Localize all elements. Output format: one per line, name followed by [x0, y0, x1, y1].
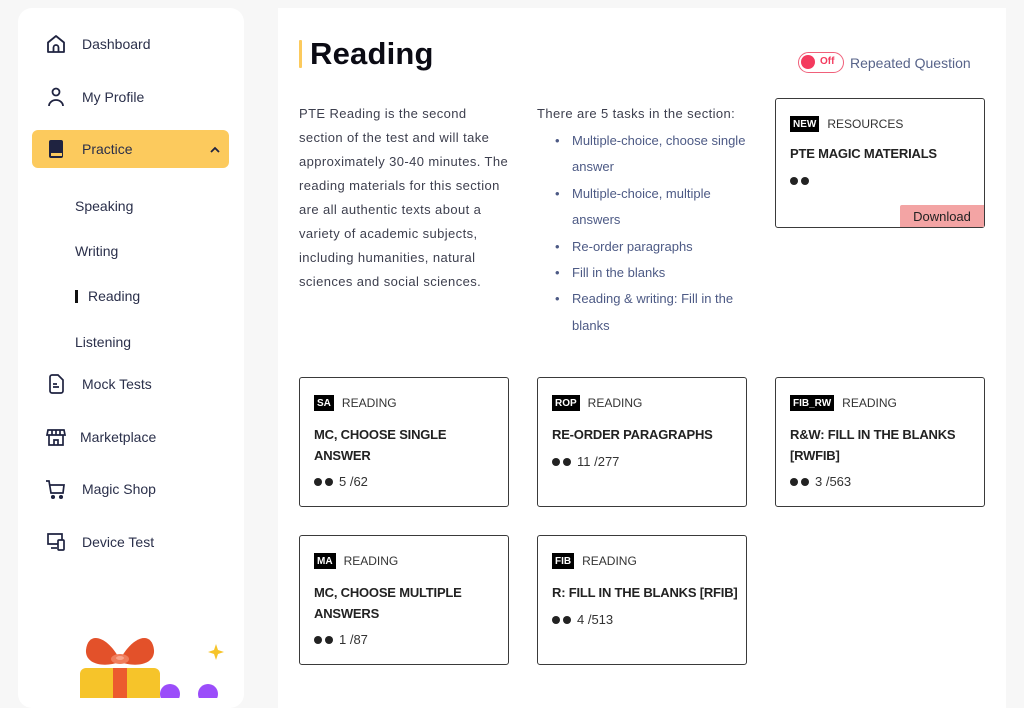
- home-icon: [44, 32, 68, 56]
- main-content: Reading Off Repeated Question PTE Readin…: [278, 8, 1006, 708]
- task-tag: FIB_RW: [790, 395, 835, 411]
- task-item: Re-order paragraphs: [555, 234, 747, 261]
- sidebar-item-mock-tests[interactable]: Mock Tests: [32, 365, 229, 403]
- toggle-knob: [801, 55, 815, 69]
- sidebar-item-label: Magic Shop: [82, 481, 156, 497]
- sidebar-item-my-profile[interactable]: My Profile: [32, 78, 229, 116]
- active-indicator: [75, 289, 78, 303]
- sidebar-item-marketplace[interactable]: Marketplace: [32, 418, 229, 456]
- dots-icon: [790, 177, 809, 185]
- sub-item-label: Writing: [75, 243, 119, 259]
- task-tag: MA: [314, 553, 336, 569]
- toggle-state: Off: [820, 56, 835, 67]
- card-progress: 1 /87: [314, 632, 368, 647]
- dots-icon: [314, 635, 333, 644]
- sidebar-item-label: My Profile: [82, 89, 145, 105]
- task-card-fib[interactable]: FIB READING R: FILL IN THE BLANKS [RFIB]…: [537, 535, 747, 665]
- task-card-fib-rw[interactable]: FIB_RW READING R&W: FILL IN THE BLANKS […: [775, 377, 985, 507]
- title-accent: [299, 40, 302, 68]
- sidebar-subitem-listening[interactable]: Listening: [75, 334, 131, 350]
- card-progress: 11 /277: [552, 454, 619, 469]
- card-title: MC, CHOOSE SINGLE ANSWER: [314, 427, 447, 463]
- devices-icon: [44, 530, 68, 554]
- sidebar-subitem-writing[interactable]: Writing: [75, 243, 118, 259]
- section-description: PTE Reading is the second section of the…: [299, 106, 509, 289]
- resource-card[interactable]: NEW RESOURCES PTE MAGIC MATERIALS Downlo…: [775, 98, 985, 228]
- card-header: NEW RESOURCES: [790, 116, 903, 132]
- sidebar-subitem-speaking[interactable]: Speaking: [75, 198, 133, 214]
- card-title: R&W: FILL IN THE BLANKS [RWFIB]: [790, 427, 956, 463]
- progress-count: 3 /563: [815, 474, 852, 489]
- sidebar-item-magic-shop[interactable]: Magic Shop: [32, 470, 229, 508]
- sub-item-label: Listening: [75, 334, 132, 350]
- sub-item-label: Speaking: [75, 198, 134, 214]
- sidebar-item-dashboard[interactable]: Dashboard: [32, 25, 229, 63]
- card-header: FIB_RW READING: [790, 395, 897, 411]
- card-category: RESOURCES: [827, 117, 904, 131]
- store-icon: [44, 425, 68, 449]
- toggle-label: Repeated Question: [850, 54, 971, 71]
- tasks-list: There are 5 tasks in the section: Multip…: [537, 102, 747, 339]
- cart-icon: [44, 477, 68, 501]
- task-card-sa[interactable]: SA READING MC, CHOOSE SINGLE ANSWER 5 /6…: [299, 377, 509, 507]
- card-header: FIB READING: [552, 553, 637, 569]
- card-progress: 4 /513: [552, 612, 613, 627]
- user-icon: [44, 85, 68, 109]
- task-item: Multiple-choice, multiple answers: [555, 181, 747, 234]
- sidebar-item-label: Device Test: [82, 534, 155, 550]
- download-button[interactable]: Download: [900, 205, 984, 227]
- card-category: READING: [582, 554, 637, 568]
- card-header: MA READING: [314, 553, 398, 569]
- book-icon: [44, 137, 68, 161]
- task-tag: FIB: [552, 553, 575, 569]
- sidebar-subitem-reading[interactable]: Reading: [75, 288, 140, 304]
- dots-icon: [552, 615, 571, 624]
- dots-icon: [552, 457, 571, 466]
- progress-count: 4 /513: [577, 612, 614, 627]
- card-category: READING: [341, 396, 397, 410]
- sidebar-item-practice[interactable]: Practice: [32, 130, 229, 168]
- task-card-rop[interactable]: ROP READING RE-ORDER PARAGRAPHS 11 /277: [537, 377, 747, 507]
- task-tag: SA: [314, 395, 334, 411]
- card-title: RE-ORDER PARAGRAPHS: [552, 427, 713, 442]
- card-header: SA READING: [314, 395, 397, 411]
- dots-icon: [314, 477, 333, 486]
- card-title: MC, CHOOSE MULTIPLE ANSWERS: [314, 585, 462, 621]
- task-item: Fill in the blanks: [555, 260, 747, 287]
- task-card-ma[interactable]: MA READING MC, CHOOSE MULTIPLE ANSWERS 1…: [299, 535, 509, 665]
- card-progress: [790, 177, 815, 185]
- sidebar: Dashboard My Profile Practice Speaking W…: [18, 8, 244, 708]
- new-badge: NEW: [790, 116, 820, 132]
- task-item: Reading & writing: Fill in the blanks: [555, 286, 747, 339]
- sidebar-item-label: Mock Tests: [82, 376, 152, 392]
- card-category: READING: [587, 396, 643, 410]
- progress-count: 11 /277: [577, 454, 620, 469]
- tasks-intro: There are 5 tasks in the section:: [537, 106, 736, 121]
- sidebar-item-label: Marketplace: [80, 429, 157, 445]
- gift-illustration: [58, 628, 238, 708]
- repeated-question-toggle-group: Off Repeated Question: [798, 52, 971, 73]
- card-progress: 3 /563: [790, 474, 851, 489]
- document-icon: [44, 372, 68, 396]
- repeated-question-toggle[interactable]: Off: [798, 52, 844, 73]
- progress-count: 1 /87: [339, 632, 368, 647]
- page-header: Reading: [299, 36, 434, 72]
- card-header: ROP READING: [552, 395, 642, 411]
- sidebar-item-label: Practice: [82, 141, 133, 157]
- progress-count: 5 /62: [339, 474, 368, 489]
- sidebar-item-device-test[interactable]: Device Test: [32, 523, 229, 561]
- sub-item-label: Reading: [88, 288, 141, 304]
- page-title: Reading: [310, 36, 434, 71]
- dots-icon: [790, 477, 809, 486]
- card-title: R: FILL IN THE BLANKS [RFIB]: [552, 585, 738, 600]
- task-tag: ROP: [552, 395, 580, 411]
- card-progress: 5 /62: [314, 474, 368, 489]
- card-title: PTE MAGIC MATERIALS: [790, 146, 937, 161]
- card-category: READING: [343, 554, 399, 568]
- card-category: READING: [842, 396, 897, 410]
- chevron-up-icon[interactable]: [209, 142, 221, 160]
- sidebar-item-label: Dashboard: [82, 36, 151, 52]
- task-item: Multiple-choice, choose single answer: [555, 128, 747, 181]
